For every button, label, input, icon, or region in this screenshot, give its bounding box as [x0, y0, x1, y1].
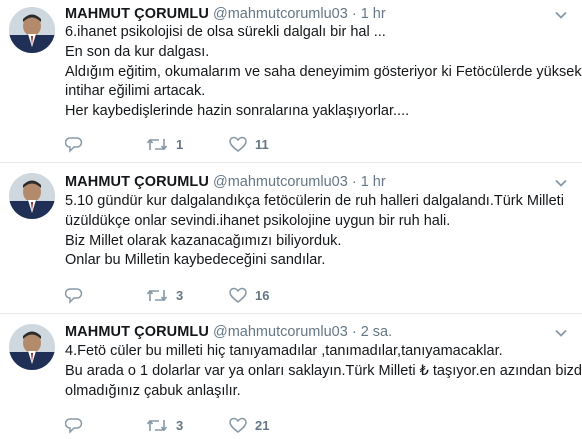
tweet-1[interactable]: MAHMUT ÇORUMLU @mahmutcorumlu03 · 1 hr 6…: [0, 0, 582, 162]
tweet-line: intihar eğilimi artacak.: [65, 83, 206, 100]
retweet-count: 1: [176, 137, 184, 152]
timestamp[interactable]: 2 sa.: [361, 324, 392, 340]
like-count: 16: [255, 288, 270, 303]
retweet-count: 3: [176, 418, 184, 433]
tweet-header: MAHMUT ÇORUMLU @mahmutcorumlu03 · 2 sa.: [65, 324, 392, 340]
chevron-down-icon[interactable]: [554, 8, 568, 22]
avatar[interactable]: [9, 7, 55, 53]
tweet-text: 4.Fetö cüler bu milleti hiç tanıyamadıla…: [65, 342, 582, 401]
avatar[interactable]: [9, 173, 55, 219]
author-handle[interactable]: @mahmutcorumlu03: [213, 6, 348, 22]
tweet-line: Biz Millet olarak kazanacağımızı biliyor…: [65, 232, 342, 249]
tweet-text: 5.10 gündür kur dalgalandıkça fetöcüleri…: [65, 192, 570, 271]
tweet-line: üzüldükçe onlar sevindi.ihanet psikoloji…: [65, 212, 451, 229]
like-count: 21: [255, 418, 270, 433]
like-button[interactable]: 21: [229, 417, 269, 434]
heart-icon: [229, 287, 247, 303]
separator: ·: [351, 324, 357, 340]
retweet-button[interactable]: 3: [146, 417, 183, 434]
reply-button[interactable]: [65, 136, 83, 153]
tweet-line: Her kaybedişlerinde hazin sonralarına ya…: [65, 103, 410, 120]
retweet-icon: [146, 138, 168, 151]
tweet-line: 6.ihanet psikolojisi de olsa sürekli dal…: [65, 24, 386, 40]
reply-icon: [65, 418, 83, 434]
retweet-button[interactable]: 1: [146, 136, 183, 153]
reply-button[interactable]: [65, 417, 83, 434]
chevron-down-icon[interactable]: [554, 326, 568, 340]
retweet-icon: [146, 289, 168, 302]
like-button[interactable]: 11: [229, 136, 269, 153]
tweet-line: Onlar bu Milletin kaybedeceğini sandılar…: [65, 252, 326, 269]
retweet-button[interactable]: 3: [146, 287, 183, 304]
retweet-icon: [146, 419, 168, 432]
reply-icon: [65, 137, 83, 153]
reply-button[interactable]: [65, 287, 83, 304]
author-name[interactable]: MAHMUT ÇORUMLU: [65, 6, 209, 22]
chevron-down-icon[interactable]: [554, 176, 568, 190]
tweet-line: En son da kur dalgası.: [65, 43, 210, 60]
author-name[interactable]: MAHMUT ÇORUMLU: [65, 324, 209, 340]
author-handle[interactable]: @mahmutcorumlu03: [213, 324, 348, 340]
tweet-line: 5.10 gündür kur dalgalandıkça fetöcüleri…: [65, 193, 564, 209]
timestamp[interactable]: 1 hr: [361, 174, 386, 190]
tweet-text: 6.ihanet psikolojisi de olsa sürekli dal…: [65, 23, 582, 122]
tweet-header: MAHMUT ÇORUMLU @mahmutcorumlu03 · 1 hr: [65, 174, 386, 190]
tweet-line: 4.Fetö cüler bu milleti hiç tanıyamadıla…: [65, 343, 503, 359]
timestamp[interactable]: 1 hr: [361, 6, 386, 22]
author-handle[interactable]: @mahmutcorumlu03: [213, 174, 348, 190]
tweet-line: Bu arada o 1 dolarlar var ya onları sakl…: [65, 362, 582, 379]
heart-icon: [229, 417, 247, 433]
tweet-2[interactable]: MAHMUT ÇORUMLU @mahmutcorumlu03 · 1 hr 5…: [0, 163, 582, 313]
separator: ·: [351, 6, 357, 22]
like-count: 11: [255, 137, 269, 152]
tweet-3[interactable]: MAHMUT ÇORUMLU @mahmutcorumlu03 · 2 sa. …: [0, 314, 582, 439]
tweet-line: olmadığınız çabuk anlaşılır.: [65, 382, 241, 399]
separator: ·: [351, 174, 357, 190]
retweet-count: 3: [176, 288, 184, 303]
author-name[interactable]: MAHMUT ÇORUMLU: [65, 174, 209, 190]
avatar[interactable]: [9, 324, 55, 370]
heart-icon: [229, 136, 247, 152]
tweet-line: Aldığım eğitim, okumalarım ve saha deney…: [65, 63, 582, 80]
reply-icon: [65, 288, 83, 304]
tweet-header: MAHMUT ÇORUMLU @mahmutcorumlu03 · 1 hr: [65, 6, 386, 22]
like-button[interactable]: 16: [229, 287, 269, 304]
